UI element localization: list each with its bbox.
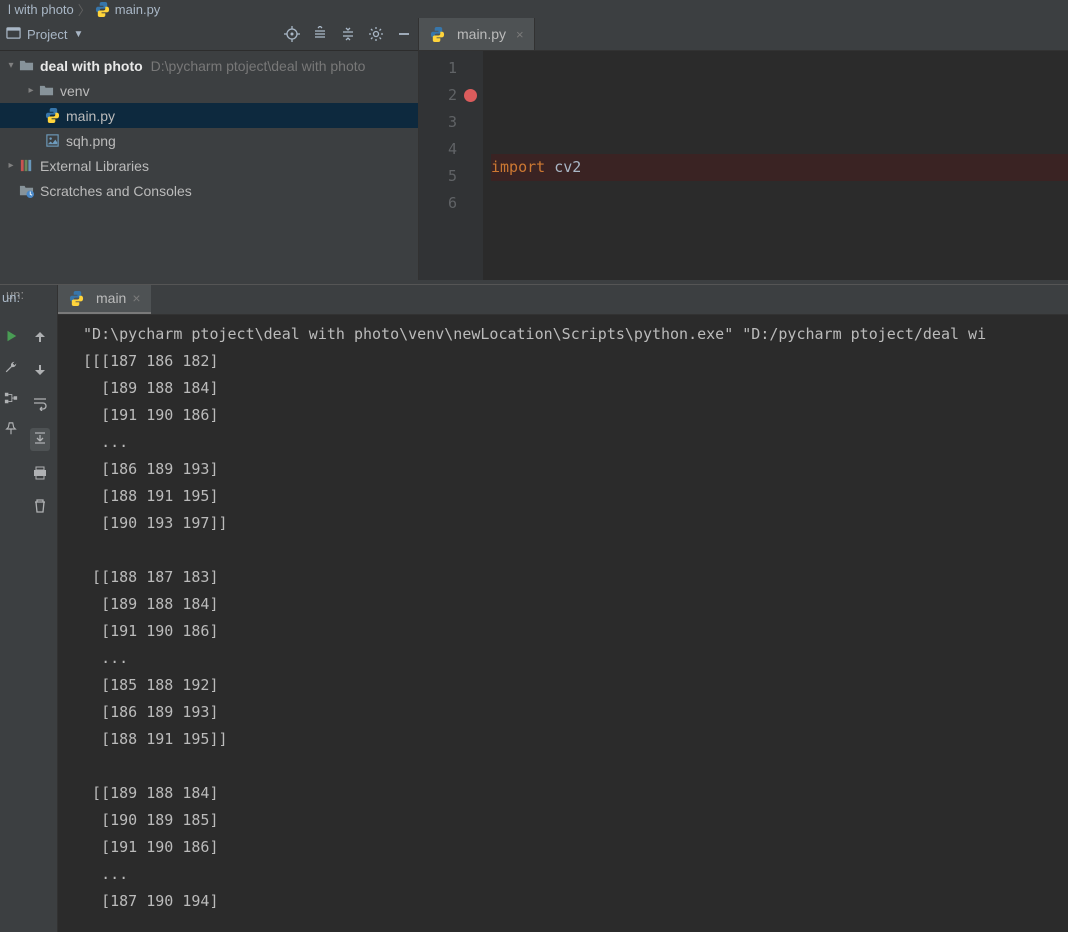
- project-dropdown-icon[interactable]: ▼: [73, 29, 83, 40]
- run-icon[interactable]: [4, 329, 18, 346]
- delete-icon[interactable]: [32, 498, 48, 517]
- expand-all-icon[interactable]: [312, 26, 328, 42]
- tree-file-main[interactable]: main.py: [0, 103, 418, 128]
- run-label: un:: [0, 286, 22, 309]
- folder-label: venv: [60, 83, 90, 99]
- run-tabs: un: main ×: [58, 285, 1068, 315]
- breadcrumb-part[interactable]: l with photo: [8, 2, 74, 17]
- pin-icon[interactable]: [4, 422, 18, 439]
- python-file-icon: [44, 108, 60, 124]
- project-header: Project ▼: [0, 18, 418, 51]
- tab-main[interactable]: main.py ×: [419, 18, 535, 50]
- editor: main.py × 1 2 3 4 5 6 import cv2 #💡读取: [419, 18, 1068, 280]
- collapse-all-icon[interactable]: [340, 26, 356, 42]
- hide-icon[interactable]: [396, 26, 412, 42]
- python-file-icon: [429, 26, 445, 42]
- tab-label: main.py: [457, 26, 506, 42]
- project-root-path: D:\pycharm ptoject\deal with photo: [151, 58, 366, 74]
- file-label: sqh.png: [66, 133, 116, 149]
- locate-icon[interactable]: [284, 26, 300, 42]
- python-file-icon: [95, 1, 111, 17]
- python-file-icon: [68, 290, 84, 306]
- run-toolbar: [22, 285, 58, 932]
- breadcrumb: l with photo 〉 main.py: [0, 0, 1068, 18]
- code-area[interactable]: 1 2 3 4 5 6 import cv2 #💡读取图像 img = cv2.…: [419, 51, 1068, 280]
- line-number[interactable]: 6: [419, 190, 457, 217]
- breadcrumb-separator: 〉: [78, 0, 91, 19]
- project-sidebar: Project ▼ ▾ deal with photo D:\pycharm p…: [0, 18, 419, 280]
- project-icon: [6, 25, 21, 43]
- chevron-right-icon[interactable]: ▸: [24, 85, 38, 96]
- close-icon[interactable]: ×: [516, 27, 524, 42]
- tree-folder-venv[interactable]: ▸ venv: [0, 78, 418, 103]
- project-tree: ▾ deal with photo D:\pycharm ptoject\dea…: [0, 51, 418, 203]
- chevron-right-icon[interactable]: ▸: [4, 160, 18, 171]
- tree-root[interactable]: ▾ deal with photo D:\pycharm ptoject\dea…: [0, 53, 418, 78]
- file-label: main.py: [66, 108, 115, 124]
- code-content[interactable]: import cv2 #💡读取图像 img = cv2.imread("sqh.…: [483, 51, 1068, 280]
- scratches-label: Scratches and Consoles: [40, 183, 192, 199]
- line-number[interactable]: 3: [419, 109, 457, 136]
- gear-icon[interactable]: [368, 26, 384, 42]
- scroll-to-end-icon[interactable]: [30, 428, 50, 451]
- close-icon[interactable]: ×: [132, 290, 140, 306]
- line-number[interactable]: 1: [419, 55, 457, 82]
- runtab-main[interactable]: main ×: [58, 285, 151, 314]
- breakpoint-icon[interactable]: [464, 89, 477, 102]
- tree-external-libs[interactable]: ▸ External Libraries: [0, 153, 418, 178]
- down-arrow-icon[interactable]: [32, 362, 48, 381]
- structure-icon[interactable]: [4, 391, 18, 408]
- line-number[interactable]: 4: [419, 136, 457, 163]
- project-label[interactable]: Project: [27, 27, 67, 42]
- breadcrumb-file[interactable]: main.py: [115, 2, 161, 17]
- run-left-strip: [0, 285, 22, 932]
- line-number[interactable]: 5: [419, 163, 457, 190]
- tree-scratches[interactable]: Scratches and Consoles: [0, 178, 418, 203]
- scratches-icon: [18, 183, 34, 199]
- run-panel: un: main × "D:\pycharm ptoject\deal with…: [0, 284, 1068, 932]
- library-icon: [18, 158, 34, 174]
- runtab-label: main: [96, 290, 126, 306]
- ext-lib-label: External Libraries: [40, 158, 149, 174]
- line-number[interactable]: 2: [419, 82, 457, 109]
- print-icon[interactable]: [32, 465, 48, 484]
- folder-icon: [18, 58, 34, 74]
- up-arrow-icon[interactable]: [32, 329, 48, 348]
- project-root-name: deal with photo: [40, 58, 143, 74]
- folder-icon: [38, 83, 54, 99]
- chevron-down-icon[interactable]: ▾: [4, 60, 18, 71]
- tree-file-sqh[interactable]: sqh.png: [0, 128, 418, 153]
- soft-wrap-icon[interactable]: [32, 395, 48, 414]
- wrench-icon[interactable]: [4, 360, 18, 377]
- image-file-icon: [44, 133, 60, 149]
- console-output[interactable]: "D:\pycharm ptoject\deal with photo\venv…: [58, 315, 1068, 932]
- gutter[interactable]: 1 2 3 4 5 6: [419, 51, 483, 280]
- editor-tabs: main.py ×: [419, 18, 1068, 51]
